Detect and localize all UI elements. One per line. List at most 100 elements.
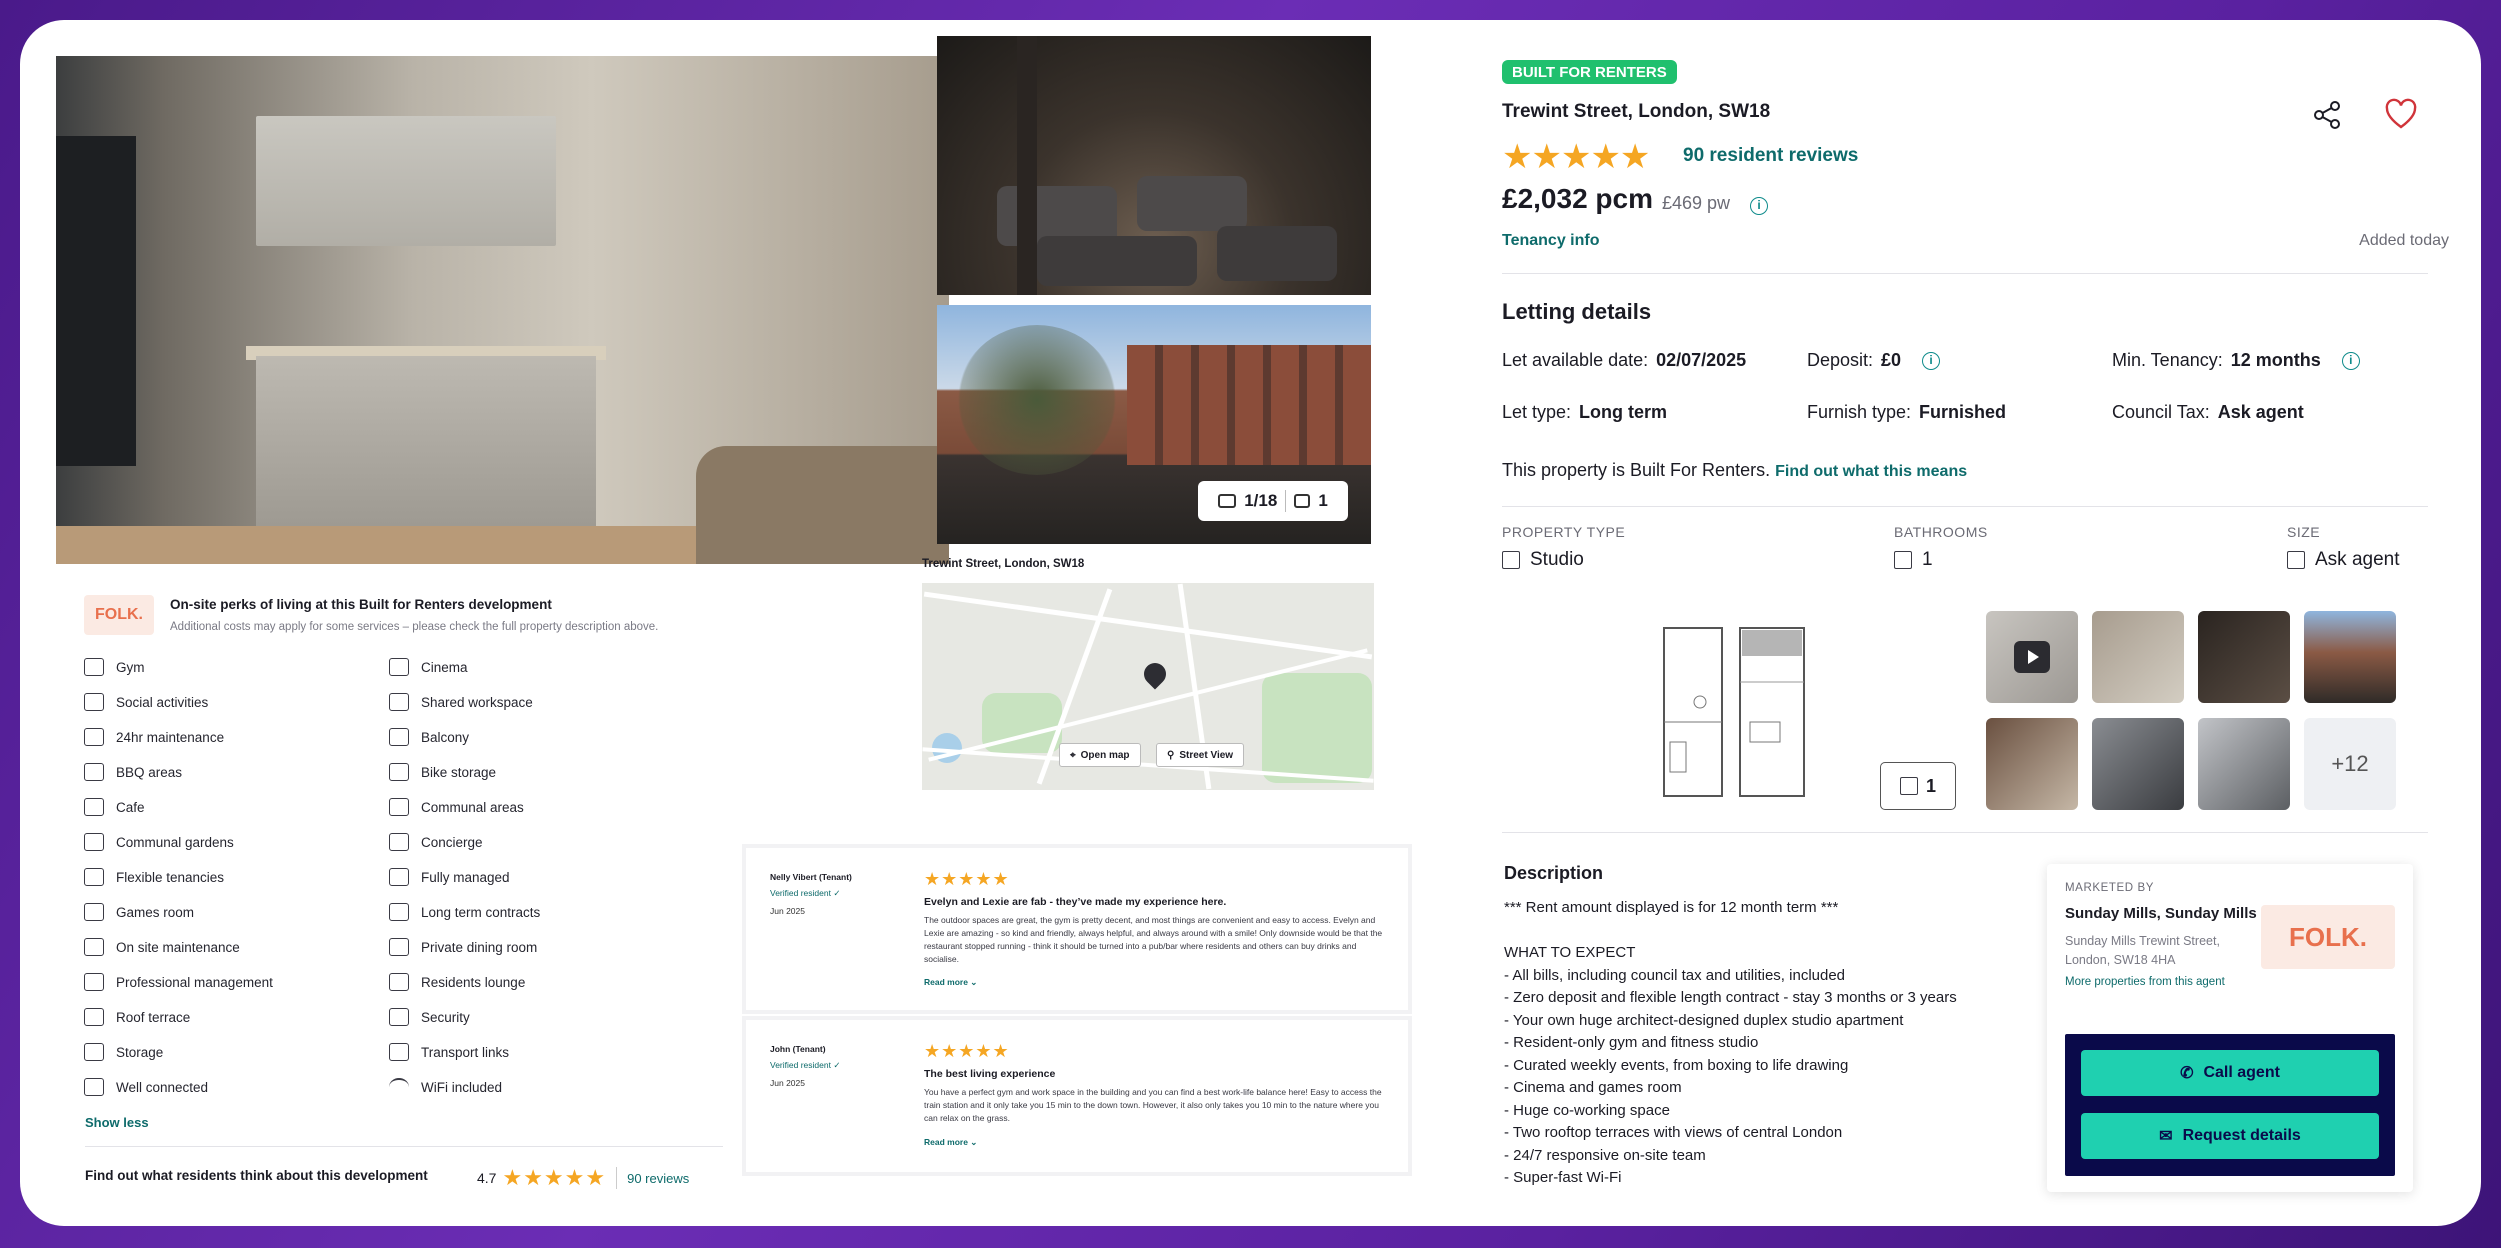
thumbnail-photo[interactable] (2304, 611, 2396, 703)
thumbnail-photo[interactable] (1986, 718, 2078, 810)
main-photo-kitchen[interactable] (56, 56, 949, 564)
document-icon (84, 868, 104, 886)
dumbbell-icon (84, 658, 104, 676)
floorplan-count-button[interactable]: 1 (1880, 762, 1956, 810)
lounge-icon (389, 973, 409, 991)
tenancy-info-link[interactable]: Tenancy info (1502, 232, 1600, 250)
let-available-date: Let available date: 02/07/2025 (1502, 350, 1747, 370)
perks-subtitle: Additional costs may apply for some serv… (170, 621, 659, 633)
reviews-link[interactable]: 90 reviews (627, 1171, 689, 1186)
property-type-label: PROPERTY TYPE (1502, 524, 1626, 540)
amenity-well-connected: Well connected (84, 1078, 208, 1096)
furnish-type: Furnish type: Furnished (1807, 402, 2007, 422)
find-out-link[interactable]: Find out what this means (1775, 463, 1967, 480)
read-more-link[interactable]: Read more ⌄ (924, 1137, 977, 1148)
review-card: John (Tenant) Verified resident ✓ Jun 20… (742, 1016, 1412, 1176)
thumbnail-photo[interactable] (2092, 718, 2184, 810)
amenity-games-room: Games room (84, 903, 194, 921)
person-icon: ⚲ (1167, 749, 1175, 761)
verified-resident: Verified resident ✓ (770, 1060, 841, 1070)
video-counter-text: 1 (1318, 491, 1328, 510)
bell-icon (389, 833, 409, 851)
cup-icon (84, 798, 104, 816)
floorplan-image[interactable] (1660, 612, 1810, 802)
request-details-button[interactable]: ✉ Request details (2081, 1113, 2379, 1159)
thumbnail-photo[interactable] (2198, 718, 2290, 810)
review-stars-icon: ★★★★★ (924, 1041, 1010, 1061)
description-line: - Curated weekly events, from boxing to … (1504, 1057, 1849, 1074)
divider (1502, 832, 2428, 833)
balcony-icon (389, 728, 409, 746)
thumbnail-photo[interactable] (2198, 611, 2290, 703)
amenity-concierge: Concierge (389, 833, 483, 851)
perks-title: On-site perks of living at this Built fo… (170, 597, 552, 612)
share-icon[interactable] (2310, 98, 2344, 132)
description-line: - Two rooftop terraces with views of cen… (1504, 1124, 1843, 1141)
reviewer-name: John (Tenant) (770, 1044, 826, 1054)
letting-details-heading: Letting details (1502, 299, 1652, 324)
resident-reviews-link[interactable]: 90 resident reviews (1683, 145, 1858, 167)
residents-review-prompt: Find out what residents think about this… (85, 1168, 428, 1183)
reviewer-name: Nelly Vibert (Tenant) (770, 872, 852, 882)
built-for-renters-badge: BUILT FOR RENTERS (1502, 60, 1677, 84)
amenity-24hr-maintenance: 24hr maintenance (84, 728, 224, 746)
storage-icon (84, 1043, 104, 1061)
dining-icon (389, 938, 409, 956)
info-icon[interactable]: i (1922, 351, 1941, 370)
folk-logo[interactable]: FOLK. (2261, 905, 2395, 969)
photo-cinema[interactable] (937, 36, 1371, 295)
amenity-transport-links: Transport links (389, 1043, 509, 1061)
amenity-on-site-maintenance: On site maintenance (84, 938, 240, 956)
counter-divider (1285, 490, 1287, 512)
bath-icon (1894, 551, 1912, 569)
agent-card: MARKETED BY Sunday Mills, Sunday Mills S… (2047, 864, 2413, 1192)
deposit: Deposit: £0 i (1807, 350, 1941, 371)
sofa-icon (389, 798, 409, 816)
amenity-communal-gardens: Communal gardens (84, 833, 234, 851)
info-icon[interactable]: i (1750, 197, 1769, 215)
call-agent-button[interactable]: ✆ Call agent (2081, 1050, 2379, 1096)
desk-icon (389, 693, 409, 711)
description-heading: Description (1504, 863, 1604, 883)
show-less-link[interactable]: Show less (85, 1115, 149, 1130)
perks-divider (85, 1146, 723, 1147)
street-view-button[interactable]: ⚲ Street View (1156, 743, 1245, 767)
bbq-icon (84, 763, 104, 781)
more-properties-link[interactable]: More properties from this agent (2065, 976, 2225, 988)
star-rating-icon: ★★★★★ (502, 1165, 607, 1190)
property-address: Trewint Street, London, SW18 (1502, 101, 1771, 122)
divider (1502, 506, 2428, 507)
amenity-bike-storage: Bike storage (389, 763, 496, 781)
bathrooms-label: BATHROOMS (1894, 524, 1988, 540)
thumbnail-video[interactable] (1986, 611, 2078, 703)
description-line: *** Rent amount displayed is for 12 mont… (1504, 899, 1839, 916)
building-icon (84, 1008, 104, 1026)
read-more-link[interactable]: Read more ⌄ (924, 977, 977, 988)
location-map[interactable]: ⌖ Open map ⚲ Street View (922, 583, 1374, 790)
open-map-button[interactable]: ⌖ Open map (1059, 743, 1141, 767)
amenity-shared-workspace: Shared workspace (389, 693, 533, 711)
info-icon[interactable]: i (2341, 351, 2360, 370)
floorplan-icon (1899, 777, 1918, 795)
min-tenancy: Min. Tenancy: 12 months i (2112, 350, 2360, 371)
wifi-icon (389, 1078, 409, 1096)
garden-icon (84, 833, 104, 851)
wrench-icon (84, 728, 104, 746)
rating-divider (616, 1167, 618, 1189)
contract-icon (389, 903, 409, 921)
photo-counter[interactable]: 1/18 1 (1198, 481, 1348, 521)
thumbnail-photo[interactable] (2092, 611, 2184, 703)
amenity-private-dining-room: Private dining room (389, 938, 537, 956)
property-type-value: Studio (1502, 549, 1584, 571)
gamepad-icon (84, 903, 104, 921)
review-body: You have a perfect gym and work space in… (924, 1087, 1382, 1123)
amenity-balcony: Balcony (389, 728, 469, 746)
added-date: Added today (2359, 232, 2449, 249)
more-photos-tile[interactable]: +12 (2304, 718, 2396, 810)
amenity-cafe: Cafe (84, 798, 145, 816)
bus-icon (389, 1043, 409, 1061)
wrench-icon (84, 938, 104, 956)
heart-icon[interactable] (2384, 98, 2418, 132)
train-icon (84, 1078, 104, 1096)
perks-header: FOLK. On-site perks of living at this Bu… (84, 595, 724, 645)
